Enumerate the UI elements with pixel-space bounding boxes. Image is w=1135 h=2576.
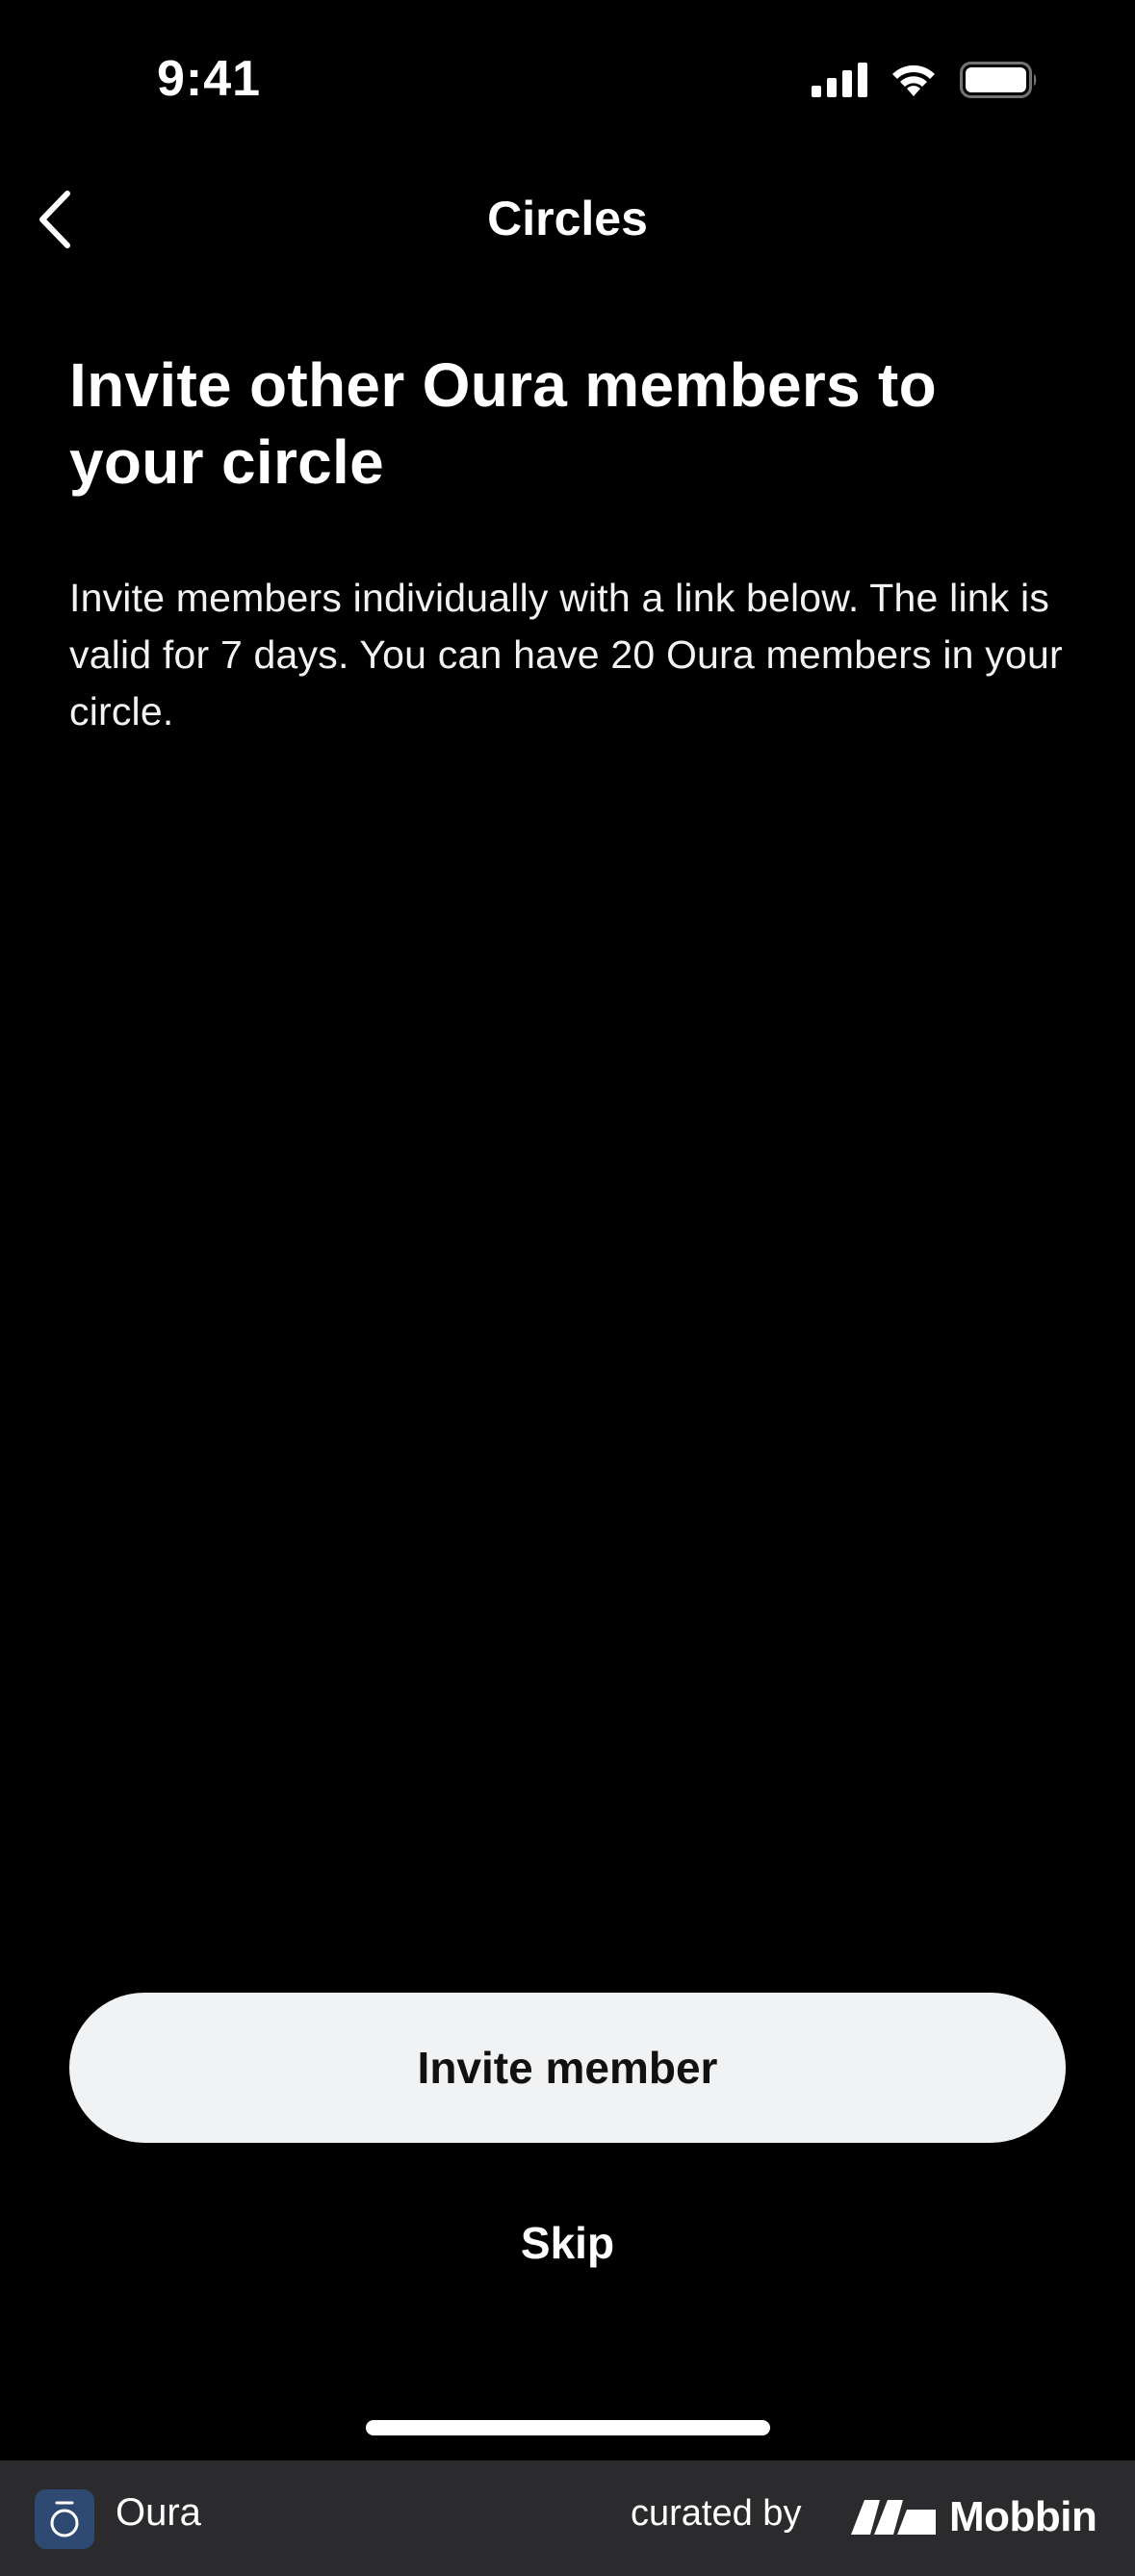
battery-icon <box>960 62 1039 103</box>
status-icons <box>812 62 1039 103</box>
mobbin-brand-name: Mobbin <box>949 2493 1097 2540</box>
invite-heading: Invite other Oura members to your circle <box>69 350 938 497</box>
mobbin-logo: Mobbin <box>851 2493 1097 2541</box>
invite-member-button[interactable]: Invite member <box>69 1993 1066 2143</box>
app-name: Oura <box>116 2491 201 2534</box>
curated-by-label: curated by <box>631 2493 802 2534</box>
main-content: Invite other Oura members to your circle… <box>69 347 1071 740</box>
oura-ring-icon <box>35 2489 94 2549</box>
home-indicator <box>366 2420 770 2435</box>
footer-bar: Oura curated by Mobbin <box>0 2460 1135 2576</box>
status-bar: 9:41 <box>0 0 1135 164</box>
skip-button[interactable]: Skip <box>0 2206 1135 2280</box>
nav-bar: Circles <box>0 164 1135 279</box>
page-title: Circles <box>487 192 648 245</box>
signal-icon <box>812 63 867 102</box>
status-time: 9:41 <box>157 51 262 107</box>
wifi-icon <box>889 62 939 103</box>
invite-description: Invite members individually with a link … <box>69 576 1063 734</box>
mobbin-logo-icon <box>851 2496 936 2539</box>
